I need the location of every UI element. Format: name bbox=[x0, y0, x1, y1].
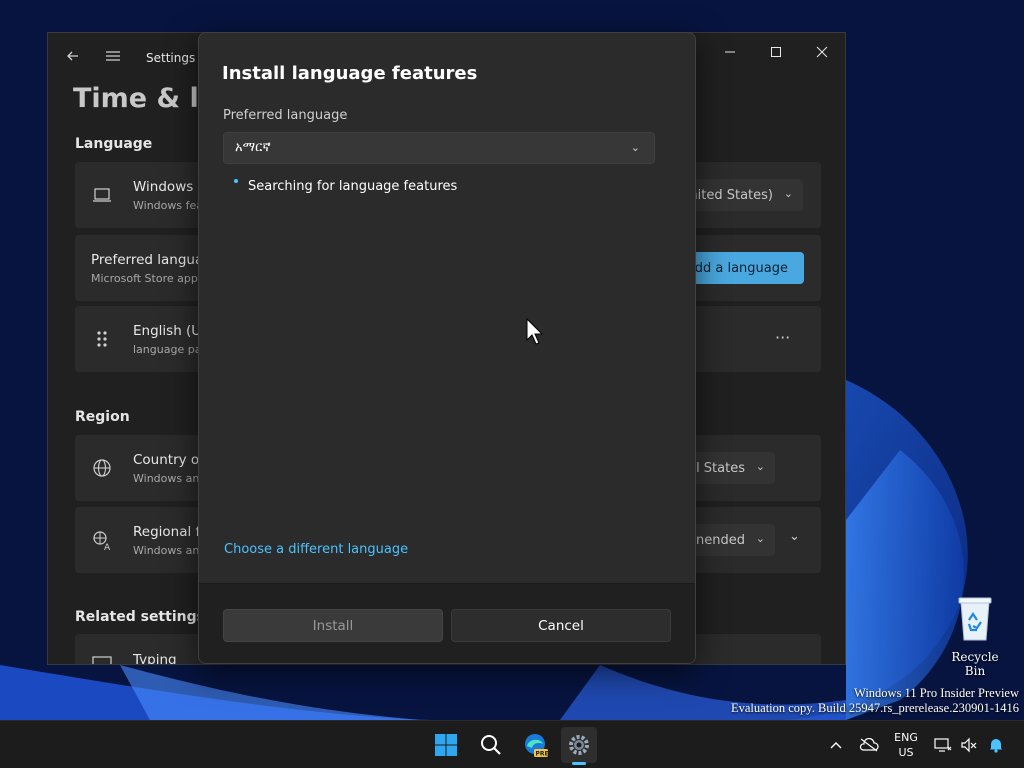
close-icon bbox=[816, 46, 828, 58]
status-text: Searching for language features bbox=[248, 179, 458, 194]
card-subtitle: Microsoft Store app bbox=[91, 272, 198, 285]
dialog-title: Install language features bbox=[222, 63, 478, 84]
watermark-line-1: Windows 11 Pro Insider Preview bbox=[854, 686, 1019, 700]
active-indicator bbox=[572, 762, 586, 765]
button-label: Add a language bbox=[686, 260, 788, 276]
chevron-down-icon: ⌄ bbox=[755, 532, 765, 545]
windows-start-icon bbox=[435, 734, 457, 756]
choose-different-language-link[interactable]: Choose a different language bbox=[224, 542, 408, 557]
settings-taskbar-button[interactable] bbox=[561, 727, 597, 765]
add-language-button[interactable]: Add a language bbox=[679, 252, 804, 284]
globe-icon bbox=[93, 459, 111, 477]
recycle-bin-icon bbox=[958, 597, 992, 641]
maximize-icon bbox=[771, 47, 781, 57]
card-title: Typing bbox=[133, 652, 177, 665]
install-language-features-dialog: Install language features Preferred lang… bbox=[198, 32, 696, 664]
dropdown-value: nited States) bbox=[689, 187, 773, 203]
cloud-offline-icon bbox=[859, 738, 879, 752]
card-subtitle: Windows an bbox=[133, 544, 200, 557]
chevron-down-icon: ⌄ bbox=[783, 187, 793, 200]
chevron-down-icon: ⌄ bbox=[755, 460, 765, 473]
search-button[interactable] bbox=[473, 727, 509, 763]
chevron-up-icon bbox=[830, 742, 842, 749]
dialog-footer: Install Cancel bbox=[199, 583, 695, 663]
svg-text:A: A bbox=[104, 543, 111, 551]
dropdown-value: l States bbox=[696, 460, 745, 476]
card-subtitle: Windows an bbox=[133, 472, 200, 485]
taskbar: PRE ENG US bbox=[0, 720, 1024, 768]
maximize-button[interactable] bbox=[753, 37, 799, 67]
recycle-bin-label: Recycle Bin bbox=[951, 650, 999, 678]
watermark-line-2: Evaluation copy. Build 25947.rs_prerelea… bbox=[730, 701, 1019, 715]
search-icon bbox=[481, 735, 501, 755]
card-title: Country or bbox=[133, 452, 205, 468]
volume-muted-icon bbox=[961, 737, 977, 753]
keyboard-icon bbox=[92, 656, 112, 664]
show-hidden-icons-button[interactable] bbox=[826, 721, 846, 768]
preferred-language-label: Preferred language bbox=[223, 108, 348, 123]
hamburger-icon bbox=[106, 51, 120, 61]
card-title: Preferred languag bbox=[91, 252, 212, 268]
network-button[interactable] bbox=[932, 721, 954, 768]
edge-button[interactable]: PRE bbox=[517, 727, 553, 763]
start-button[interactable] bbox=[428, 727, 464, 763]
card-subtitle: language pa bbox=[133, 343, 202, 356]
lang-line-2: US bbox=[898, 746, 914, 759]
dropdown-value: nended bbox=[696, 532, 745, 548]
regional-format-icon: A bbox=[93, 531, 111, 551]
card-title: Windows d bbox=[133, 179, 207, 195]
bell-icon bbox=[990, 739, 1002, 753]
notifications-button[interactable] bbox=[984, 721, 1008, 768]
back-arrow-icon bbox=[67, 51, 78, 61]
svg-text:PRE: PRE bbox=[536, 751, 549, 758]
app-title: Settings bbox=[146, 51, 196, 65]
close-window-button[interactable] bbox=[799, 37, 845, 67]
cancel-button[interactable]: Cancel bbox=[451, 609, 671, 642]
chevron-down-icon: ⌄ bbox=[630, 141, 640, 154]
edge-icon: PRE bbox=[525, 734, 549, 758]
recycle-bin[interactable]: Recycle Bin bbox=[940, 596, 1010, 678]
volume-button[interactable] bbox=[958, 721, 980, 768]
mouse-cursor-icon bbox=[526, 318, 544, 345]
settings-gear-icon bbox=[569, 735, 589, 755]
laptop-icon bbox=[93, 188, 111, 202]
more-options-icon[interactable]: ··· bbox=[775, 328, 790, 347]
section-language: Language bbox=[75, 136, 153, 152]
card-title: English (Ur bbox=[133, 323, 207, 339]
section-related-settings: Related settings bbox=[75, 609, 205, 625]
minimize-icon bbox=[725, 51, 735, 53]
input-language-indicator[interactable]: ENG US bbox=[890, 730, 922, 760]
back-button[interactable] bbox=[58, 41, 88, 71]
lang-line-1: ENG bbox=[894, 731, 918, 744]
network-icon bbox=[934, 738, 952, 752]
onedrive-button[interactable] bbox=[856, 721, 882, 768]
evaluation-watermark: Windows 11 Pro Insider Preview Evaluatio… bbox=[731, 686, 1019, 716]
minimize-button[interactable] bbox=[707, 37, 753, 67]
nav-menu-button[interactable] bbox=[98, 41, 128, 71]
selected-language: አማርኛ bbox=[235, 140, 271, 155]
preferred-language-dropdown[interactable]: አማርኛ ⌄ bbox=[223, 132, 655, 164]
card-subtitle: Windows fea bbox=[133, 199, 203, 212]
drag-handle-icon[interactable] bbox=[91, 328, 113, 350]
install-button[interactable]: Install bbox=[223, 609, 443, 642]
section-region: Region bbox=[75, 409, 130, 425]
expand-chevron-icon[interactable]: ⌄ bbox=[789, 529, 800, 544]
loading-spinner-icon bbox=[234, 179, 238, 183]
